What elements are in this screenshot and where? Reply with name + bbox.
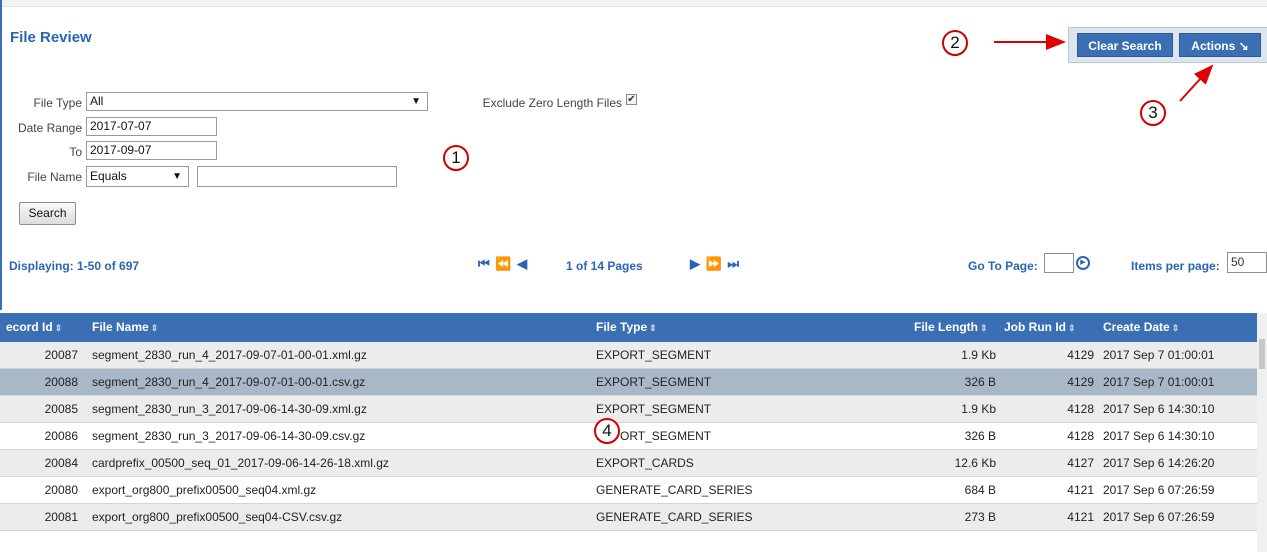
cell-file-name: segment_2830_run_3_2017-09-06-14-30-09.x… [92, 402, 367, 416]
cell-file-length: 1.9 Kb [961, 402, 996, 416]
cell-job-run-id: 4129 [1067, 348, 1094, 362]
cell-file-length: 12.6 Kb [954, 456, 996, 470]
sort-icon[interactable]: ⇕ [55, 323, 63, 333]
go-icon[interactable]: ▶ [1076, 256, 1090, 270]
scrollbar-thumb[interactable] [1259, 339, 1265, 369]
cell-job-run-id: 4121 [1067, 510, 1094, 524]
table-row[interactable]: 20085 segment_2830_run_3_2017-09-06-14-3… [0, 396, 1257, 423]
callout-1: 1 [443, 145, 469, 171]
header-create-date[interactable]: Create Date ⇕ [1103, 313, 1179, 343]
cell-file-type: EXPORT_SEGMENT [596, 375, 712, 389]
cell-file-length: 326 B [964, 375, 996, 389]
header-record-id[interactable]: ecord Id ⇕ [6, 313, 62, 343]
callout-3: 3 [1140, 100, 1166, 126]
callout-4: 4 [594, 418, 620, 444]
chevron-down-icon: ▼ [172, 171, 182, 182]
cell-file-type: EXPORT_SEGMENT [596, 348, 712, 362]
cell-create-date: 2017 Sep 6 14:30:10 [1103, 402, 1215, 416]
cell-job-run-id: 4128 [1067, 429, 1094, 443]
displaying-count: Displaying: 1-50 of 697 [9, 259, 140, 273]
cell-record-id: 20081 [44, 510, 78, 524]
date-to-label: To [69, 145, 82, 159]
table-row[interactable]: 20084 cardprefix_00500_seq_01_2017-09-06… [0, 450, 1257, 477]
go-to-page-label: Go To Page: [968, 259, 1038, 273]
cell-record-id: 20086 [44, 429, 78, 443]
cell-file-length: 684 B [964, 483, 996, 497]
grid-scrollbar[interactable] [1257, 313, 1267, 552]
exclude-zero-label: Exclude Zero Length Files [482, 96, 622, 110]
table-row[interactable]: 20086 segment_2830_run_3_2017-09-06-14-3… [0, 423, 1257, 450]
items-per-page-label: Items per page: [1131, 259, 1220, 273]
header-file-name[interactable]: File Name ⇕ [92, 313, 158, 343]
callout-2: 2 [942, 30, 968, 56]
cell-create-date: 2017 Sep 7 01:00:01 [1103, 348, 1215, 362]
sort-icon[interactable]: ⇕ [1172, 323, 1180, 333]
file-name-label: File Name [27, 170, 82, 184]
cell-record-id: 20084 [44, 456, 78, 470]
date-to-input[interactable]: 2017-09-07 [86, 141, 217, 160]
sort-icon[interactable]: ⇕ [1068, 323, 1076, 333]
cell-record-id: 20085 [44, 402, 78, 416]
cell-file-type: GENERATE_CARD_SERIES [596, 483, 753, 497]
cell-file-length: 273 B [964, 510, 996, 524]
go-to-page-input[interactable] [1044, 253, 1074, 273]
table-row[interactable]: 20087 segment_2830_run_4_2017-09-07-01-0… [0, 342, 1257, 369]
cell-job-run-id: 4127 [1067, 456, 1094, 470]
cell-file-length: 1.9 Kb [961, 348, 996, 362]
cell-file-name: export_org800_prefix00500_seq04.xml.gz [92, 483, 317, 497]
next-last-page-icons[interactable]: ▶ ⏩ ⏭ [690, 256, 740, 272]
cell-file-name: segment_2830_run_4_2017-09-07-01-00-01.x… [92, 348, 367, 362]
search-button[interactable]: Search [19, 202, 76, 225]
file-grid: ecord Id ⇕ File Name ⇕ File Type ⇕ File Len… [0, 313, 1257, 531]
date-from-input[interactable]: 2017-07-07 [86, 117, 217, 136]
cell-create-date: 2017 Sep 6 07:26:59 [1103, 483, 1215, 497]
exclude-zero-checkbox[interactable]: ✔ [626, 94, 637, 105]
cell-file-length: 326 B [964, 429, 996, 443]
header-file-type[interactable]: File Type ⇕ [596, 313, 657, 343]
cell-record-id: 20088 [44, 375, 78, 389]
cell-create-date: 2017 Sep 6 14:30:10 [1103, 429, 1215, 443]
cell-file-type: EXPORT_SEGMENT [596, 402, 712, 416]
items-per-page-select[interactable]: 50 [1227, 252, 1267, 273]
cell-create-date: 2017 Sep 6 14:26:20 [1103, 456, 1215, 470]
cell-file-type: EXPORT_CARDS [596, 456, 694, 470]
table-row[interactable]: 20088 segment_2830_run_4_2017-09-07-01-0… [0, 369, 1257, 396]
file-name-input[interactable] [197, 166, 397, 187]
cell-file-name: segment_2830_run_4_2017-09-07-01-00-01.c… [92, 375, 366, 389]
cell-file-type: GENERATE_CARD_SERIES [596, 510, 753, 524]
file-name-operator-select[interactable]: Equals ▼ [86, 166, 189, 187]
file-type-value: All [90, 94, 104, 108]
sort-icon[interactable]: ⇕ [649, 323, 657, 333]
cell-job-run-id: 4129 [1067, 375, 1094, 389]
cell-file-name: segment_2830_run_3_2017-09-06-14-30-09.c… [92, 429, 366, 443]
table-row[interactable]: 20080 export_org800_prefix00500_seq04.xm… [0, 477, 1257, 504]
arrow-to-actions [1179, 64, 1214, 102]
page-info: 1 of 14 Pages [566, 259, 643, 273]
cell-create-date: 2017 Sep 7 01:00:01 [1103, 375, 1215, 389]
header-file-length[interactable]: File Length ⇕ [914, 313, 988, 343]
file-type-select[interactable]: All ▼ [86, 92, 428, 111]
chevron-down-icon: ▼ [411, 96, 421, 107]
header-job-run-id[interactable]: Job Run Id ⇕ [1004, 313, 1076, 343]
file-type-label: File Type [33, 96, 82, 110]
cell-file-name: cardprefix_00500_seq_01_2017-09-06-14-26… [92, 456, 389, 470]
sort-icon[interactable]: ⇕ [151, 323, 159, 333]
cell-record-id: 20080 [44, 483, 78, 497]
cell-job-run-id: 4121 [1067, 483, 1094, 497]
cell-job-run-id: 4128 [1067, 402, 1094, 416]
cell-record-id: 20087 [44, 348, 78, 362]
cell-create-date: 2017 Sep 6 07:26:59 [1103, 510, 1215, 524]
grid-header: ecord Id ⇕ File Name ⇕ File Type ⇕ File Len… [0, 313, 1257, 342]
cell-file-name: export_org800_prefix00500_seq04-CSV.csv.… [92, 510, 343, 524]
table-row[interactable]: 20081 export_org800_prefix00500_seq04-CS… [0, 504, 1257, 531]
file-name-operator-value: Equals [90, 169, 127, 183]
date-range-label: Date Range [17, 121, 82, 135]
first-prev-page-icons[interactable]: ⏮ ⏪ ◀ [478, 256, 528, 272]
sort-icon[interactable]: ⇕ [980, 323, 988, 333]
